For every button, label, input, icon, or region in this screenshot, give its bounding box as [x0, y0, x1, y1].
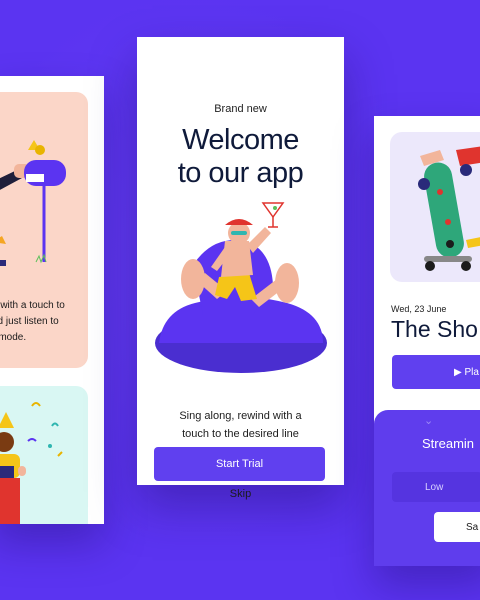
birthday-illustration-card: [0, 386, 88, 524]
start-trial-button[interactable]: Start Trial: [154, 447, 325, 481]
skateboard-illustration-card: [390, 132, 480, 282]
streaming-quality-sheet: ⌄ Streamin Low Sa: [374, 410, 480, 566]
beanbag-illustration: [155, 202, 327, 373]
show-title: The Sho: [391, 316, 478, 342]
birthday-illustration: [0, 402, 63, 524]
eyebrow-label: Brand new: [214, 103, 267, 115]
left-description-text: d with a touch to nd just listen to " mo…: [0, 300, 65, 343]
event-date: Wed, 23 June: [391, 304, 447, 314]
skip-link[interactable]: Skip: [137, 488, 344, 500]
welcome-heading: Welcome to our app: [177, 124, 304, 189]
save-button[interactable]: Sa: [434, 512, 480, 542]
feature-tagline: Sing along, rewind with a touch to the d…: [179, 410, 302, 440]
welcome-screen: Brand new Welcome to our app Sing along,…: [137, 37, 344, 500]
chevron-down-icon[interactable]: ⌄: [424, 414, 433, 427]
left-phone-screen: d with a touch to nd just listen to " mo…: [0, 76, 104, 524]
right-phone-screen: Wed, 23 June The Sho ▶ Pla ⌄ Streamin Lo…: [374, 116, 480, 566]
play-button[interactable]: ▶ Pla: [392, 355, 480, 389]
skateboard-illustration: [418, 146, 480, 271]
quality-option-low[interactable]: Low: [392, 472, 480, 502]
sheet-title: Streamin: [422, 436, 475, 451]
